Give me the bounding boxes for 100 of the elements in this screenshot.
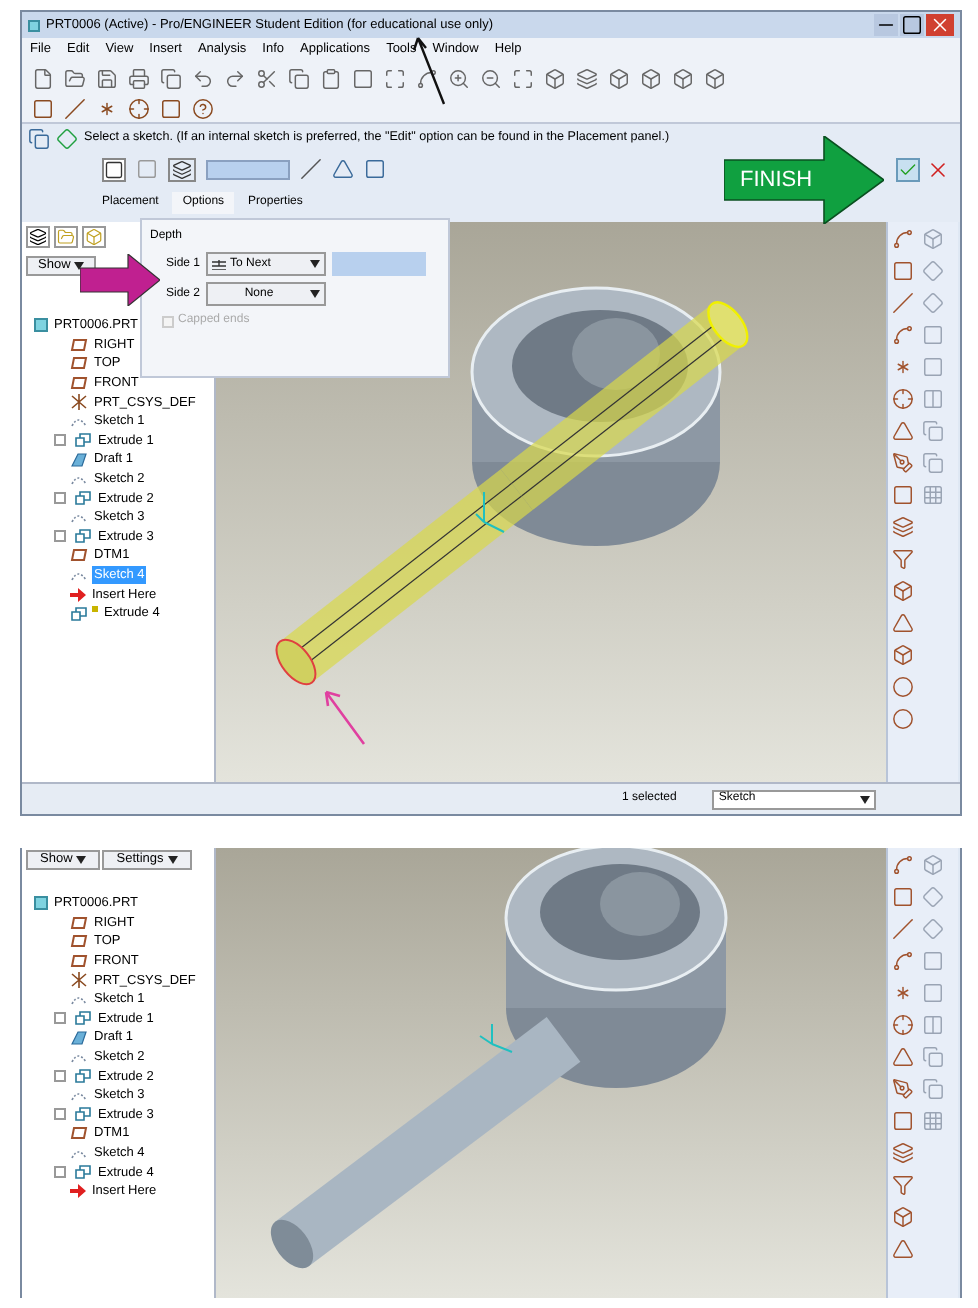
wave-icon[interactable]: [892, 228, 914, 250]
square-icon[interactable]: [364, 158, 386, 180]
favorites-tab-icon[interactable]: [82, 226, 106, 248]
depth-field[interactable]: [332, 252, 427, 276]
expand-toggle[interactable]: [54, 1070, 66, 1083]
box-icon[interactable]: [608, 67, 630, 89]
layers-icon[interactable]: [576, 67, 598, 89]
close-icon[interactable]: [926, 14, 954, 36]
model-tree-tab-icon[interactable]: [26, 226, 50, 248]
extrude-icon: [74, 1068, 92, 1085]
sketch-icon: [70, 568, 88, 583]
save-icon[interactable]: [96, 67, 118, 89]
extrude-icon: [74, 432, 92, 449]
pen-icon[interactable]: [892, 452, 914, 474]
extrude-icon: [74, 1164, 92, 1181]
triangle-icon[interactable]: [892, 420, 914, 442]
expand-toggle[interactable]: [54, 530, 66, 543]
caret-icon: [860, 795, 871, 803]
expand-toggle[interactable]: [54, 1108, 66, 1121]
expand-toggle[interactable]: [54, 434, 66, 447]
depth-option-icon[interactable]: [168, 157, 196, 181]
feature-icon[interactable]: [28, 127, 50, 149]
status-square-icon: [92, 605, 98, 612]
point-icon[interactable]: [892, 982, 914, 1004]
box-icon[interactable]: [892, 644, 914, 666]
solid-icon[interactable]: [102, 157, 126, 181]
flip-icon[interactable]: [300, 158, 322, 180]
expand-toggle[interactable]: [54, 1166, 66, 1179]
box-icon[interactable]: [892, 580, 914, 602]
funnel-icon[interactable]: [892, 548, 914, 570]
maximize-icon[interactable]: [900, 14, 924, 36]
prompt-icon[interactable]: [56, 127, 78, 149]
box-icon[interactable]: [892, 1206, 914, 1228]
copy-icon[interactable]: [288, 67, 310, 89]
annotation-icon[interactable]: [160, 97, 182, 119]
select-box-icon[interactable]: [352, 67, 374, 89]
layers-icon[interactable]: [892, 516, 914, 538]
help-icon[interactable]: [192, 97, 214, 119]
sketch-icon: [70, 992, 88, 1007]
zoom-in-icon[interactable]: [448, 67, 470, 89]
draft-icon: [70, 451, 88, 468]
axis-icon[interactable]: [892, 292, 914, 314]
open-folder-icon[interactable]: [64, 67, 86, 89]
plane-icon[interactable]: [892, 886, 914, 908]
cancel-icon[interactable]: [926, 157, 950, 181]
box-icon[interactable]: [704, 67, 726, 89]
plane-icon[interactable]: [892, 260, 914, 282]
extrude-icon: [74, 1010, 92, 1027]
new-file-icon[interactable]: [32, 67, 54, 89]
square-icon[interactable]: [892, 484, 914, 506]
zoom-out-icon[interactable]: [480, 67, 502, 89]
graphics-viewport[interactable]: [216, 848, 886, 1298]
circle-icon[interactable]: [892, 708, 914, 730]
paste-icon[interactable]: [320, 67, 342, 89]
cut-icon[interactable]: [256, 67, 278, 89]
triangle-icon[interactable]: [892, 612, 914, 634]
funnel-icon[interactable]: [892, 1174, 914, 1196]
draft-icon: [70, 1029, 88, 1046]
plane-icon[interactable]: [32, 97, 54, 119]
expand-toggle[interactable]: [54, 1012, 66, 1025]
point-icon[interactable]: [96, 97, 118, 119]
redo-icon[interactable]: [224, 67, 246, 89]
triangle-icon[interactable]: [892, 1046, 914, 1068]
axis-icon[interactable]: [892, 918, 914, 940]
wave-icon[interactable]: [892, 854, 914, 876]
caret-icon: [310, 290, 321, 298]
layers-icon[interactable]: [892, 1142, 914, 1164]
box-icon[interactable]: [640, 67, 662, 89]
insert-arrow-icon: [70, 1184, 86, 1199]
crosshair-icon[interactable]: [892, 388, 914, 410]
axes-icon: [70, 394, 88, 411]
curve-icon[interactable]: [416, 67, 438, 89]
expand-toggle[interactable]: [54, 492, 66, 505]
caret-icon: [167, 855, 178, 863]
triangle-icon[interactable]: [332, 158, 354, 180]
refit-icon[interactable]: [512, 67, 534, 89]
triangle-icon[interactable]: [892, 1238, 914, 1260]
plane-icon: [70, 1126, 88, 1141]
point-icon[interactable]: [892, 356, 914, 378]
circle-icon[interactable]: [892, 676, 914, 698]
depth-field[interactable]: [206, 159, 290, 179]
csys-icon[interactable]: [128, 97, 150, 119]
confirm-icon[interactable]: [896, 157, 920, 181]
extrude-icon: [70, 605, 88, 622]
minimize-icon[interactable]: [874, 14, 898, 36]
part-icon: [34, 318, 48, 333]
finish-label: FINISH: [740, 165, 813, 196]
fit-icon[interactable]: [384, 67, 406, 89]
print-icon[interactable]: [128, 67, 150, 89]
sketch-icon: [70, 510, 88, 525]
square-icon[interactable]: [892, 1110, 914, 1132]
graphics-viewport[interactable]: [216, 222, 886, 782]
axis-icon[interactable]: [64, 97, 86, 119]
box-icon[interactable]: [672, 67, 694, 89]
undo-icon[interactable]: [192, 67, 214, 89]
pen-icon[interactable]: [892, 1078, 914, 1100]
crosshair-icon[interactable]: [892, 1014, 914, 1036]
copy-icon[interactable]: [160, 67, 182, 89]
caret-icon: [74, 262, 85, 270]
box-icon[interactable]: [544, 67, 566, 89]
